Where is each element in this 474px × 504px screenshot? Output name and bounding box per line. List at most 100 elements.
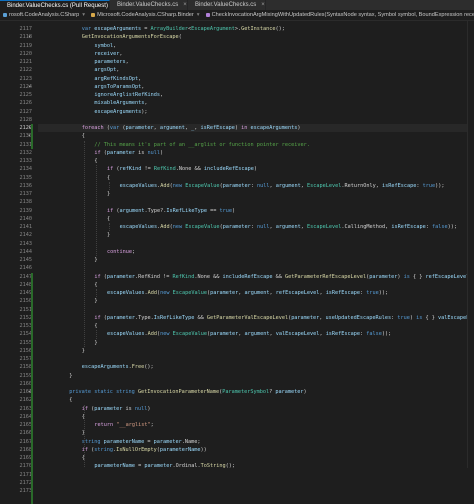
code-token: .CallingMethod, xyxy=(341,224,392,230)
code-line[interactable]: escapeValues.Add(new EscapeValue(paramet… xyxy=(38,289,388,297)
code-token: } xyxy=(81,347,85,354)
code-line[interactable]: } xyxy=(38,231,110,239)
breadcrumb-item[interactable]: Microsoft.CodeAnalysis.CSharp.Binder ▾ xyxy=(88,12,203,18)
code-line[interactable]: if (parameter.Type.IsRefLikeType && GetP… xyxy=(38,314,474,322)
code-editor[interactable]: var escapeArguments = ArrayBuilder<Escap… xyxy=(38,21,474,468)
code-token: (); xyxy=(275,26,285,32)
close-icon[interactable]: × xyxy=(183,2,187,8)
code-token: refEscapeLevel xyxy=(275,290,320,296)
code-line[interactable]: var escapeArguments = ArrayBuilder<Escap… xyxy=(38,25,285,33)
code-token: escapeValues xyxy=(119,182,158,189)
code-line[interactable]: if (refKind != RefKind.None && includeRe… xyxy=(38,165,257,173)
code-token: argument xyxy=(244,331,270,338)
code-line[interactable]: { xyxy=(38,454,85,462)
code-token: , xyxy=(119,50,123,57)
code-line[interactable]: argRefKindsOpt, xyxy=(38,75,141,83)
code-line[interactable]: argsOpt, xyxy=(38,66,119,74)
code-token: argsToParamsOpt xyxy=(94,83,142,90)
chevron-down-icon: ▾ xyxy=(196,12,200,18)
code-line[interactable]: } xyxy=(38,190,110,198)
code-line[interactable]: { xyxy=(38,157,97,165)
indent-guide xyxy=(96,330,98,339)
fold-toggle-icon[interactable]: ▾ xyxy=(28,83,33,91)
code-line[interactable]: } xyxy=(38,297,97,305)
code-line[interactable]: escapeArguments); xyxy=(38,108,147,116)
code-line[interactable]: if (argument.Type?.IsRefLikeType == true… xyxy=(38,207,235,215)
code-token: .ReturnOnly, xyxy=(341,182,383,189)
breadcrumb-item[interactable]: rosoft.CodeAnalysis.CSharp ▾ xyxy=(0,12,88,18)
code-line[interactable]: // This means it's part of an __arglist … xyxy=(38,141,310,149)
tab-3[interactable]: Binder.ValueChecks.cs × xyxy=(188,0,266,10)
code-line[interactable]: } xyxy=(38,256,97,264)
code-line[interactable]: if (parameter.RefKind != RefKind.None &&… xyxy=(38,273,472,281)
code-line[interactable] xyxy=(38,240,44,248)
code-line[interactable] xyxy=(38,198,44,206)
code-line[interactable] xyxy=(38,116,44,124)
code-line[interactable]: GetInvocationArgumentsForEscape( xyxy=(38,33,182,41)
code-line[interactable]: parameterName = parameter.Ordinal.ToStri… xyxy=(38,462,235,468)
code-line[interactable]: continue; xyxy=(38,248,135,256)
code-line[interactable]: escapeArguments.Free(); xyxy=(38,363,154,371)
code-token: (); xyxy=(225,463,235,468)
tab-2[interactable]: Binder.ValueChecks.cs × xyxy=(110,0,188,10)
code-line[interactable]: } xyxy=(38,339,97,347)
code-line[interactable]: if (parameter is null) xyxy=(38,149,163,157)
code-token: , xyxy=(138,75,142,82)
code-line[interactable]: } xyxy=(38,429,85,437)
code-token: escapeArguments xyxy=(94,108,142,115)
code-line[interactable]: private static string GetInvocationParam… xyxy=(38,388,306,396)
code-line[interactable]: { xyxy=(38,281,97,289)
tab-1[interactable]: Binder.ValueChecks.cs (Pull Request)× xyxy=(0,0,110,10)
code-token: )); xyxy=(447,224,457,230)
code-line[interactable]: return "__arglist"; xyxy=(38,421,153,429)
code-token: true xyxy=(422,182,436,189)
tab-bar: Binder.ValueChecks.cs (Pull Request)×Bin… xyxy=(0,0,474,10)
code-token: ToString xyxy=(200,463,226,468)
code-line[interactable] xyxy=(38,306,44,314)
code-line[interactable]: argsToParamsOpt, xyxy=(38,83,144,91)
line-number: 2133 xyxy=(19,158,33,164)
code-line[interactable]: { xyxy=(38,322,97,330)
code-line[interactable] xyxy=(38,264,44,272)
code-line[interactable]: receiver, xyxy=(38,50,123,58)
code-line[interactable]: parameters, xyxy=(38,58,128,66)
code-line[interactable]: } xyxy=(38,372,72,380)
code-line[interactable] xyxy=(38,380,44,388)
code-token: parameter xyxy=(94,405,123,412)
code-line[interactable]: symbol, xyxy=(38,42,116,50)
code-line[interactable]: if (parameter is null) xyxy=(38,405,151,413)
code-token: ) xyxy=(160,149,164,156)
code-token: , xyxy=(116,67,120,74)
line-number: 2145 xyxy=(19,257,33,263)
code-token: ) xyxy=(253,166,257,173)
code-line[interactable] xyxy=(38,355,44,363)
fold-toggle-icon[interactable]: ▾ xyxy=(28,33,33,41)
code-token: parameter xyxy=(275,389,304,395)
code-line[interactable]: } xyxy=(38,347,85,355)
code-line[interactable]: escapeValues.Add(new EscapeValue(paramet… xyxy=(38,223,457,231)
code-line[interactable]: foreach (var (parameter, argument, _, is… xyxy=(38,124,474,133)
code-token: = xyxy=(141,26,151,32)
code-line[interactable]: if (string.IsNullOrEmpty(parameterName)) xyxy=(38,446,207,454)
code-line[interactable]: escapeValues.Add(new EscapeValue(paramet… xyxy=(38,330,391,338)
code-line[interactable]: escapeValues.Add(new EscapeValue(paramet… xyxy=(38,182,445,190)
code-token: static xyxy=(94,389,113,395)
code-line[interactable]: { xyxy=(38,215,110,223)
code-line[interactable]: { xyxy=(38,396,72,404)
breadcrumb: rosoft.CodeAnalysis.CSharp ▾ Microsoft.Cod… xyxy=(0,10,474,21)
code-line[interactable]: ignoreArglistRefKinds, xyxy=(38,91,163,99)
close-icon[interactable]: × xyxy=(261,2,265,8)
code-line[interactable]: mixableArguments, xyxy=(38,99,147,107)
code-token: RefKind xyxy=(153,166,176,173)
code-token: EscapeValue xyxy=(185,224,220,230)
code-token: )); xyxy=(381,331,392,338)
code-line[interactable]: string parameterName = parameter.Name; xyxy=(38,438,201,446)
vertical-scrollbar[interactable] xyxy=(467,21,474,468)
breadcrumb-label: Microsoft.CodeAnalysis.CSharp.Binder xyxy=(97,12,194,18)
code-token: string xyxy=(116,389,135,395)
code-line[interactable]: { xyxy=(38,174,110,182)
namespace-icon xyxy=(3,13,7,17)
code-line[interactable]: { xyxy=(38,132,85,140)
breadcrumb-item[interactable]: CheckInvocationArgMixingWithUpdatedRules… xyxy=(203,12,474,18)
code-line[interactable]: { xyxy=(38,413,85,421)
